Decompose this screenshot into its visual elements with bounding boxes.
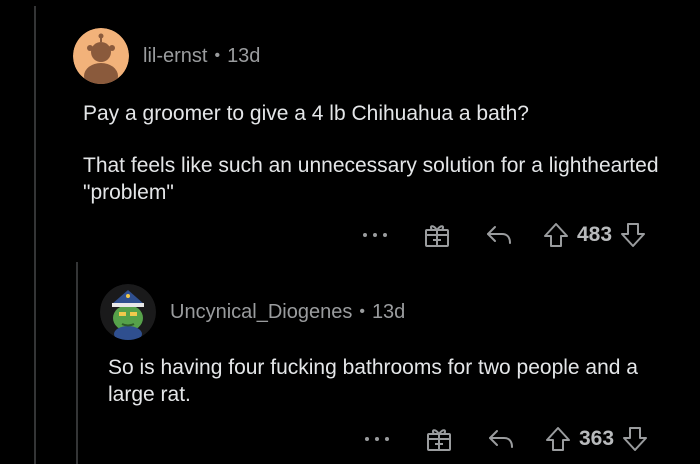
award-icon[interactable] xyxy=(425,426,453,452)
avatar[interactable] xyxy=(73,28,129,84)
comment-paragraph: Pay a groomer to give a 4 lb Chihuahua a… xyxy=(83,102,529,125)
reply-icon[interactable] xyxy=(487,428,515,450)
comment-paragraph: So is having four fucking bathrooms for … xyxy=(108,356,638,406)
comment-paragraph: That feels like such an unnecessary solu… xyxy=(83,154,659,204)
timestamp: 13d xyxy=(371,300,406,323)
upvote-arrow-icon[interactable] xyxy=(545,426,571,452)
vote-score: 483 xyxy=(577,223,613,246)
award-icon[interactable] xyxy=(423,222,451,248)
username[interactable]: lil-ernst xyxy=(143,45,207,68)
more-options-icon[interactable] xyxy=(365,437,389,441)
comment-uncynical-diogenes: Uncynical_Diogenes • 13d So is having fo… xyxy=(100,284,695,451)
reply-icon[interactable] xyxy=(485,224,513,246)
comment-lil-ernst: lil-ernst • 13d Pay a groomer to give a … xyxy=(73,28,693,247)
vote-score: 363 xyxy=(579,427,615,450)
downvote-arrow-icon[interactable] xyxy=(620,222,646,248)
timestamp: 13d xyxy=(227,44,261,67)
downvote-arrow-icon[interactable] xyxy=(622,426,648,452)
reply-thread-line[interactable] xyxy=(76,262,78,464)
comment-header: Uncynical_Diogenes • 13d xyxy=(100,284,695,340)
meta-separator: • xyxy=(214,47,221,64)
upvote-arrow-icon[interactable] xyxy=(543,222,569,248)
comment-actions: 483 xyxy=(363,220,646,250)
more-options-icon[interactable] xyxy=(363,233,387,237)
meta-separator: • xyxy=(359,303,365,320)
comment-actions: 363 xyxy=(365,424,648,454)
username[interactable]: Uncynical_Diogenes xyxy=(170,301,352,324)
thread-line[interactable] xyxy=(34,6,36,464)
comment-header: lil-ernst • 13d xyxy=(73,28,693,84)
avatar[interactable] xyxy=(100,284,156,340)
